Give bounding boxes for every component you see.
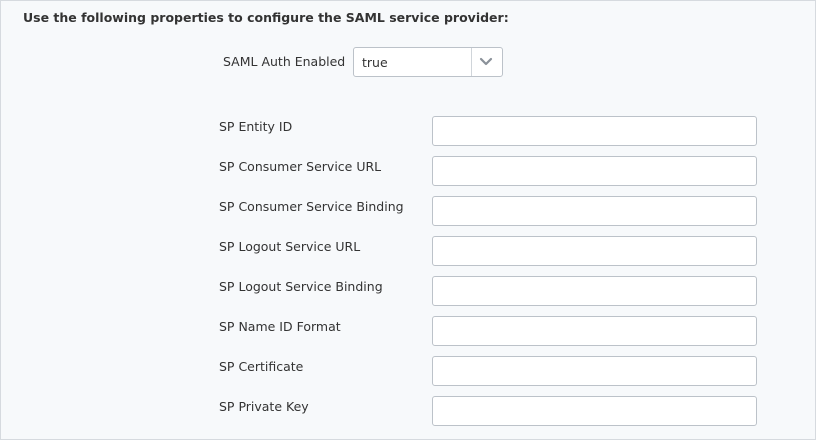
sp-entity-id-input[interactable] [432, 116, 757, 146]
saml-auth-enabled-label: SAML Auth Enabled [223, 54, 346, 69]
sp-entity-id-label: SP Entity ID [219, 119, 293, 134]
sp-consumer-service-url-input[interactable] [432, 156, 757, 186]
sp-consumer-service-binding-label: SP Consumer Service Binding [219, 199, 404, 214]
saml-config-panel: Use the following properties to configur… [0, 0, 816, 440]
sp-logout-service-binding-label: SP Logout Service Binding [219, 279, 383, 294]
sp-private-key-input[interactable] [432, 396, 757, 426]
sp-logout-service-binding-input[interactable] [432, 276, 757, 306]
section-heading: Use the following properties to configur… [23, 10, 509, 25]
sp-logout-service-url-label: SP Logout Service URL [219, 239, 361, 254]
sp-private-key-label: SP Private Key [219, 399, 309, 414]
chevron-down-icon[interactable] [479, 57, 493, 67]
sp-name-id-format-input[interactable] [432, 316, 757, 346]
saml-auth-enabled-select[interactable]: true [353, 47, 503, 77]
sp-name-id-format-label: SP Name ID Format [219, 319, 341, 334]
select-divider [471, 48, 472, 76]
saml-auth-enabled-value: true [362, 55, 388, 70]
sp-certificate-input[interactable] [432, 356, 757, 386]
sp-consumer-service-url-label: SP Consumer Service URL [219, 159, 382, 174]
sp-certificate-label: SP Certificate [219, 359, 304, 374]
sp-consumer-service-binding-input[interactable] [432, 196, 757, 226]
sp-logout-service-url-input[interactable] [432, 236, 757, 266]
